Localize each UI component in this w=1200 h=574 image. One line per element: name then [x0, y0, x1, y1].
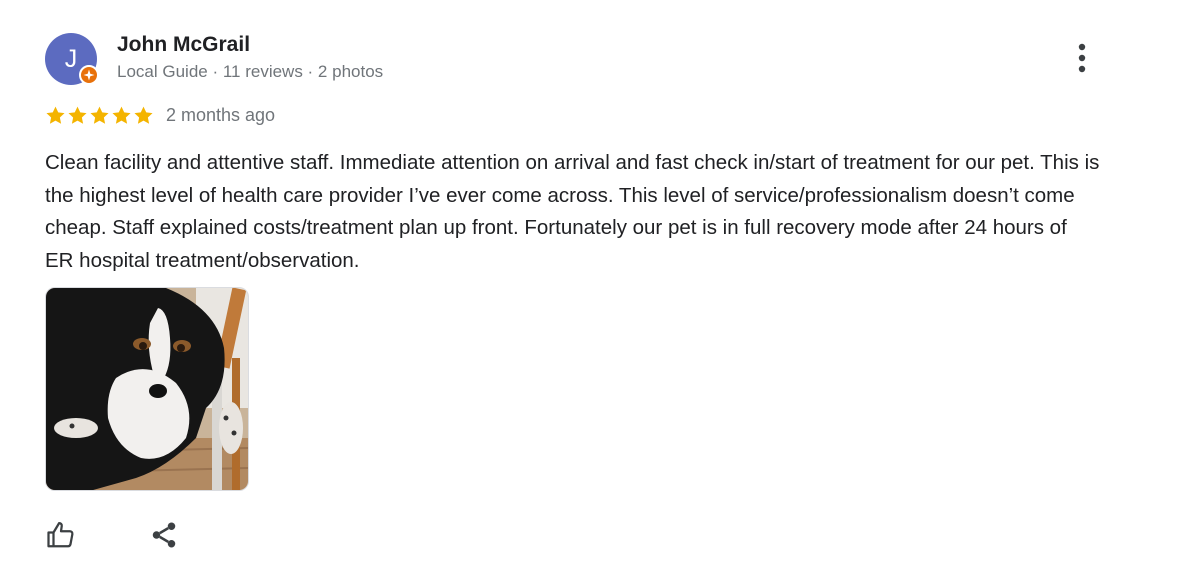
review-photo[interactable] — [45, 287, 249, 491]
dog-photo — [46, 288, 248, 490]
avatar-initial: J — [64, 44, 78, 73]
star-icon — [90, 106, 109, 124]
rating-row: 2 months ago — [45, 103, 275, 127]
like-button[interactable] — [41, 515, 81, 555]
review-text: Clean facility and attentive staff. Imme… — [45, 151, 1100, 272]
star-icon — [68, 106, 87, 124]
star-icon — [112, 106, 131, 124]
thumbs-up-icon — [47, 522, 74, 548]
reviewer-meta: Local Guide · 11 reviews · 2 photos — [117, 62, 384, 81]
review-card: J John McGrail Local Guide · 11 reviews … — [0, 0, 1200, 574]
reviewer-avatar[interactable]: J — [45, 33, 99, 85]
share-icon — [152, 522, 176, 548]
reviewer-name[interactable]: John McGrail — [117, 33, 250, 57]
star-rating — [45, 105, 154, 126]
star-icon — [134, 106, 153, 124]
more-vertical-icon — [1078, 43, 1086, 73]
more-options-button[interactable] — [1064, 40, 1100, 76]
local-guide-badge-icon — [79, 65, 99, 85]
review-date: 2 months ago — [166, 104, 276, 125]
share-button[interactable] — [144, 515, 184, 555]
star-icon — [46, 106, 65, 124]
